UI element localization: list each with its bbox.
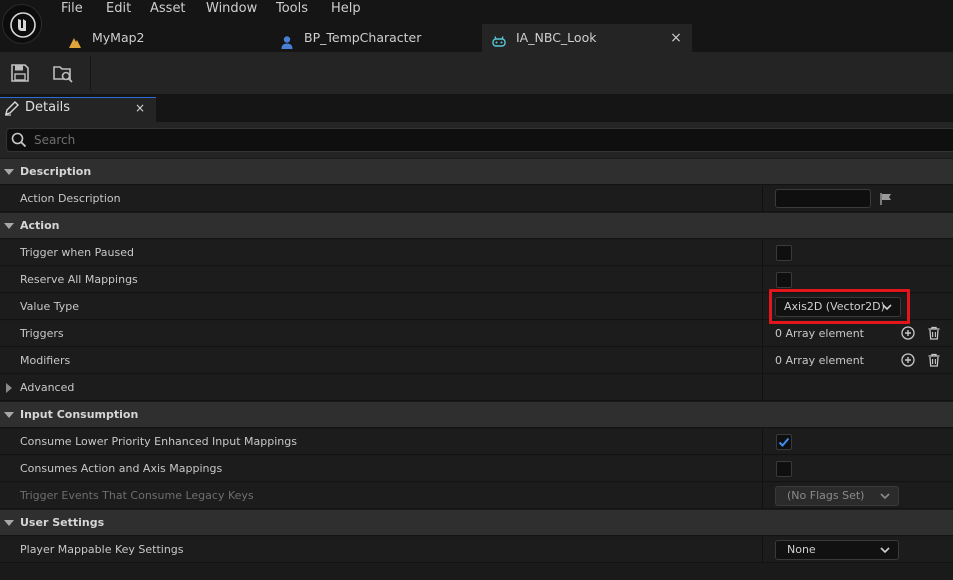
property-row: Trigger when Paused [0,240,953,266]
highlight-box [769,289,910,324]
collapse-arrow-icon [6,383,12,393]
tab-ia-nbc-look[interactable]: IA_NBC_Look [482,24,692,52]
category-label: User Settings [20,516,105,529]
property-label: Value Type [20,300,79,313]
browse-asset-icon[interactable] [52,62,74,84]
menu-file[interactable]: File [61,0,83,17]
checkmark-icon [778,437,790,447]
blueprint-icon [280,31,294,49]
property-row: Player Mappable Key Settings None [0,537,953,563]
property-label: Trigger when Paused [20,246,134,259]
array-count: 0 Array element [775,327,864,340]
menu-tools[interactable]: Tools [276,0,308,17]
close-details-icon[interactable]: × [134,99,146,117]
column-divider [762,456,763,481]
input-action-icon [492,31,506,47]
consume-lower-priority-checkbox[interactable] [776,434,792,450]
tab-label: MyMap2 [92,30,145,45]
property-row: Consumes Action and Axis Mappings [0,456,953,482]
add-element-icon[interactable] [901,326,915,340]
localization-flag-icon[interactable] [879,192,893,206]
category-label: Input Consumption [20,408,139,421]
search-input[interactable] [30,129,938,151]
save-icon[interactable] [10,63,30,83]
add-element-icon[interactable] [901,353,915,367]
tab-details[interactable] [0,97,156,122]
category-label: Action [20,219,60,232]
property-label: Action Description [20,192,121,205]
menu-asset[interactable]: Asset [150,0,186,17]
chevron-down-icon [880,493,890,500]
player-mappable-key-dropdown[interactable]: None [775,540,899,560]
property-row: Modifiers 0 Array element [0,348,953,374]
property-label: Player Mappable Key Settings [20,543,184,556]
chevron-down-icon [880,547,890,554]
column-divider [762,267,763,292]
reserve-all-mappings-checkbox[interactable] [776,272,792,288]
delete-icon[interactable] [927,353,941,367]
dropdown-value: (No Flags Set) [787,489,865,502]
toolbar-divider [90,56,91,90]
category-action[interactable]: Action [0,213,953,239]
property-row: Triggers 0 Array element [0,321,953,347]
advanced-group[interactable]: Advanced [0,375,953,401]
category-description[interactable]: Description [0,159,953,185]
column-divider [762,321,763,346]
expand-arrow-icon [4,412,14,418]
category-user-settings[interactable]: User Settings [0,510,953,536]
menu-window[interactable]: Window [206,0,257,17]
category-label: Description [20,165,92,178]
expand-arrow-icon [4,223,14,229]
consumes-action-axis-checkbox[interactable] [776,461,792,477]
expand-arrow-icon [4,169,14,175]
property-label: Advanced [20,381,75,394]
action-description-field[interactable] [775,189,871,208]
level-icon [68,31,82,48]
tab-bp-tempcharacter[interactable]: BP_TempCharacter [280,24,470,52]
toolbar [0,52,953,94]
property-label: Reserve All Mappings [20,273,138,286]
search-icon [11,132,27,148]
column-divider [762,375,763,400]
column-divider [762,483,763,508]
property-label: Trigger Events That Consume Legacy Keys [20,489,254,502]
property-label: Triggers [20,327,64,340]
panel-bottom [0,564,953,580]
property-label: Consumes Action and Axis Mappings [20,462,223,475]
array-count: 0 Array element [775,354,864,367]
dropdown-value: None [787,543,816,556]
delete-icon[interactable] [927,326,941,340]
legacy-keys-dropdown[interactable]: (No Flags Set) [775,486,899,506]
column-divider [762,429,763,454]
close-tab-icon[interactable]: × [668,24,684,52]
menu-edit[interactable]: Edit [106,0,131,17]
column-divider [762,186,763,211]
property-label: Modifiers [20,354,71,367]
trigger-when-paused-checkbox[interactable] [776,245,792,261]
column-divider [762,348,763,373]
tab-mymap2[interactable]: MyMap2 [68,24,258,52]
details-pencil-icon [4,100,20,116]
expand-arrow-icon [4,520,14,526]
property-row: Trigger Events That Consume Legacy Keys … [0,483,953,509]
category-input-consumption[interactable]: Input Consumption [0,402,953,428]
property-row: Consume Lower Priority Enhanced Input Ma… [0,429,953,455]
column-divider [762,240,763,265]
property-label: Consume Lower Priority Enhanced Input Ma… [20,435,297,448]
tab-label: IA_NBC_Look [516,30,597,45]
column-divider [762,294,763,319]
column-divider [762,537,763,562]
menu-help[interactable]: Help [331,0,361,17]
tab-label: BP_TempCharacter [304,30,422,45]
details-title: Details [25,100,71,115]
unreal-logo-icon[interactable] [2,4,42,44]
property-row: Action Description [0,186,953,212]
